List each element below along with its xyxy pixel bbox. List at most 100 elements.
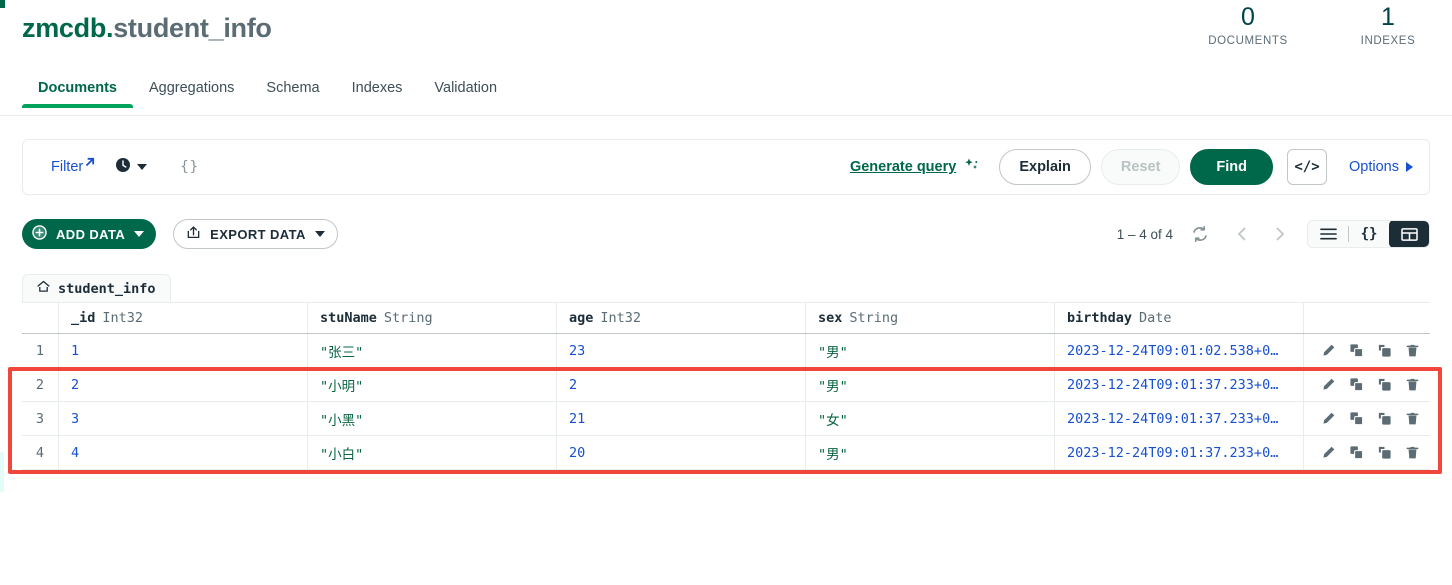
generate-query-button[interactable]: Generate query [850,157,979,177]
cell-age[interactable]: 20 [557,436,806,469]
cell-birthday[interactable]: 2023-12-24T09:01:37.233+0… [1055,402,1304,435]
options-toggle[interactable]: Options [1349,159,1413,175]
column-header-id[interactable]: _id Int32 [59,303,308,333]
delete-icon[interactable] [1405,377,1420,392]
filter-label-link[interactable]: Filter [51,157,95,175]
cell-sex[interactable]: "男" [806,368,1055,401]
delete-icon[interactable] [1405,411,1420,426]
documents-label: DOCUMENTS [1208,35,1288,47]
tab-schema[interactable]: Schema [250,72,335,108]
copy-icon[interactable] [1349,377,1364,392]
clone-icon[interactable] [1377,411,1392,426]
cell-stuName[interactable]: "小明" [308,368,557,401]
copy-icon[interactable] [1349,445,1364,460]
collection-stats: 0 DOCUMENTS 1 INDEXES [1198,2,1438,47]
column-field-name: sex [818,310,843,326]
column-type: String [383,310,433,326]
export-icon [186,225,201,243]
header-actions [1304,303,1430,333]
cell-sex[interactable]: "男" [806,436,1055,469]
json-view-icon[interactable]: {} [1349,221,1389,247]
refresh-icon[interactable] [1187,221,1213,247]
explain-button[interactable]: Explain [999,149,1091,185]
edit-icon[interactable] [1321,343,1336,358]
column-field-name: stuName [320,310,377,326]
cell-id[interactable]: 3 [59,402,308,435]
cell-sex[interactable]: "女" [806,402,1055,435]
cell-birthday[interactable]: 2023-12-24T09:01:02.538+0… [1055,334,1304,367]
column-type: Date [1139,310,1172,326]
list-view-icon[interactable] [1308,221,1348,247]
sparkle-icon [963,157,979,177]
chevron-down-icon [314,231,325,237]
copy-icon[interactable] [1349,411,1364,426]
table-row[interactable]: 3 3 "小黑" 21 "女" 2023-12-24T09:01:37.233+0… [22,402,1430,436]
column-type: Int32 [600,310,642,326]
table-row[interactable]: 1 1 "张三" 23 "男" 2023-12-24T09:01:02.538+0… [22,334,1430,368]
cell-birthday[interactable]: 2023-12-24T09:01:37.233+0… [1055,368,1304,401]
table-row[interactable]: 2 2 "小明" 2 "男" 2023-12-24T09:01:37.233+0… [22,368,1430,402]
column-type: String [849,310,899,326]
cell-stuName[interactable]: "小黑" [308,402,557,435]
cell-stuName[interactable]: "张三" [308,334,557,367]
window-edge-highlight [0,452,4,492]
indexes-count: 1 [1381,3,1395,31]
cell-id[interactable]: 2 [59,368,308,401]
column-header-sex[interactable]: sex String [806,303,1055,333]
chevron-down-icon [137,164,148,170]
clone-icon[interactable] [1377,445,1392,460]
filter-input[interactable]: {} [180,159,199,175]
find-button[interactable]: Find [1190,149,1274,185]
reset-button[interactable]: Reset [1100,149,1181,185]
breadcrumb[interactable]: student_info [22,274,171,302]
edit-icon[interactable] [1321,377,1336,392]
cell-stuName[interactable]: "小白" [308,436,557,469]
export-to-language-icon[interactable]: </> [1287,149,1328,185]
next-page-button[interactable] [1267,221,1293,247]
column-field-name: age [569,310,594,326]
breadcrumb-label: student_info [58,280,156,297]
previous-page-button[interactable] [1229,221,1255,247]
clone-icon[interactable] [1377,343,1392,358]
cell-birthday[interactable]: 2023-12-24T09:01:37.233+0… [1055,436,1304,469]
stat-documents: 0 DOCUMENTS [1198,2,1298,47]
column-header-age[interactable]: age Int32 [557,303,806,333]
table-row[interactable]: 4 4 "小白" 20 "男" 2023-12-24T09:01:37.233+0… [22,436,1430,470]
edit-icon[interactable] [1321,411,1336,426]
indexes-label: INDEXES [1360,35,1416,47]
add-data-label: ADD DATA [56,226,126,242]
add-data-button[interactable]: ADD DATA [22,219,157,249]
row-index: 3 [22,402,59,435]
tab-documents[interactable]: Documents [22,72,133,108]
column-field-name: birthday [1067,310,1133,326]
cell-sex[interactable]: "男" [806,334,1055,367]
table-view-icon[interactable] [1389,221,1429,247]
filter-label: Filter [51,159,84,175]
column-header-stuname[interactable]: stuName String [308,303,557,333]
row-index: 2 [22,368,59,401]
delete-icon[interactable] [1405,445,1420,460]
cell-id[interactable]: 1 [59,334,308,367]
row-actions [1304,436,1430,469]
edit-icon[interactable] [1321,445,1336,460]
cell-age[interactable]: 2 [557,368,806,401]
export-data-button[interactable]: EXPORT DATA [173,219,338,249]
crud-toolbar: ADD DATA EXPORT DATA 1 – 4 of 4 {} [22,219,1430,249]
cell-age[interactable]: 21 [557,402,806,435]
document-range-label: 1 – 4 of 4 [1116,226,1173,242]
tab-indexes[interactable]: Indexes [336,72,419,108]
tab-aggregations[interactable]: Aggregations [133,72,250,108]
stat-indexes: 1 INDEXES [1338,2,1438,47]
options-label: Options [1349,159,1399,175]
query-history-dropdown[interactable] [115,157,148,178]
page-title: zmcdb.student_info [22,8,272,48]
column-header-birthday[interactable]: birthday Date [1055,303,1304,333]
collection-header: zmcdb.student_info [22,8,272,48]
clone-icon[interactable] [1377,377,1392,392]
tab-validation[interactable]: Validation [418,72,513,108]
plus-circle-icon [32,225,47,243]
copy-icon[interactable] [1349,343,1364,358]
delete-icon[interactable] [1405,343,1420,358]
cell-id[interactable]: 4 [59,436,308,469]
cell-age[interactable]: 23 [557,334,806,367]
